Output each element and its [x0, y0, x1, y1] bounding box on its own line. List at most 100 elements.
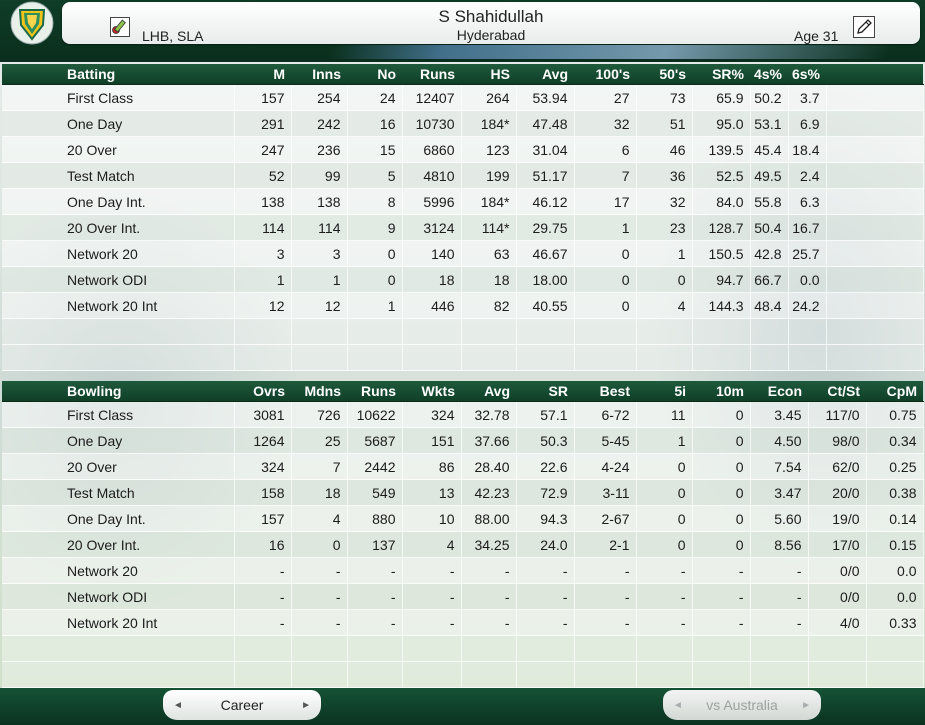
table-row[interactable]: Network 20 Int - - - - - - - - - -4/0 0.33: [2, 609, 924, 636]
table-row[interactable]: Network 20- - - - - - - - - -0/0 0.0: [2, 557, 924, 584]
table-cell: 10: [402, 505, 462, 532]
table-cell: [808, 661, 867, 688]
table-cell: -: [750, 583, 809, 610]
table-cell: [291, 661, 348, 688]
table-cell: 0: [692, 479, 751, 506]
table-cell: 6: [574, 136, 637, 163]
table-row[interactable]: 20 Over Int. 114 114 9 3124 114* 29.75 1 23 128.7…: [2, 214, 924, 241]
table-cell: 0: [347, 266, 403, 293]
table-cell: 291: [234, 110, 292, 137]
table-cell: 12407: [402, 84, 462, 111]
table-cell: 8.56: [750, 531, 809, 558]
batting-col-header[interactable]: HS: [461, 64, 516, 85]
table-cell: 1: [234, 266, 292, 293]
bowling-col-header[interactable]: Ct/St: [808, 381, 866, 402]
table-cell: 158: [234, 479, 292, 506]
bowling-col-header[interactable]: Best: [574, 381, 636, 402]
career-tab[interactable]: ◄ Career ►: [163, 690, 321, 720]
batting-col-header[interactable]: 6s%: [788, 64, 826, 85]
table-row[interactable]: One Day 291 242 16 10730 184* 47.48 32 51 95.0 53.…: [2, 110, 924, 137]
table-cell: 24: [347, 84, 403, 111]
table-cell: 1264: [234, 427, 292, 454]
table-cell: 446: [402, 292, 462, 319]
table-cell: [516, 635, 575, 662]
arrow-right-icon[interactable]: ►: [801, 700, 811, 711]
table-row[interactable]: Network ODI 1 1 0 18 18 18.00 0 0 94.7 66.7 0.0: [2, 266, 924, 293]
batting-col-header[interactable]: Batting: [2, 64, 234, 85]
table-cell: -: [402, 583, 462, 610]
table-cell: 0.33: [866, 609, 924, 636]
bowling-col-header[interactable]: Wkts: [402, 381, 461, 402]
player-card: LHB, SLA S Shahidullah Hyderabad Age 31: [62, 2, 920, 44]
pencil-icon[interactable]: [853, 16, 875, 38]
table-cell: 4/0: [808, 609, 867, 636]
row-label: 20 Over Int.: [2, 214, 235, 241]
batting-col-header[interactable]: M: [234, 64, 291, 85]
table-row[interactable]: One Day Int. 138 138 8 5996 184* 46.12 17 32 84.0…: [2, 188, 924, 215]
table-row[interactable]: Network ODI - - - - - - - - - -0/0 0.0: [2, 583, 924, 610]
table-cell: 94.3: [516, 505, 575, 532]
arrow-right-icon[interactable]: ►: [301, 700, 311, 711]
opponent-tab[interactable]: ◄ vs Australia ►: [663, 690, 821, 720]
batting-col-header[interactable]: SR%: [692, 64, 750, 85]
table-row[interactable]: 20 Over 324 7 2442 86 28.40 22.6 4-24 0 0 7.54 62/0…: [2, 453, 924, 480]
batting-col-header[interactable]: Inns: [291, 64, 347, 85]
arrow-left-icon[interactable]: ◄: [673, 700, 683, 711]
bowling-col-header[interactable]: Bowling: [2, 381, 234, 402]
table-cell: 264: [461, 84, 517, 111]
table-cell: 3: [291, 240, 348, 267]
batting-table: Batting M Inns No Runs HS Avg 100's 50's SR% 4s% 6s…: [2, 64, 924, 371]
bowling-table: Bowling Ovrs Mdns Runs Wkts Avg SR Best 5i 10m Eco…: [2, 381, 924, 688]
bowling-col-header[interactable]: 5i: [636, 381, 692, 402]
table-cell: 95.0: [692, 110, 751, 137]
table-row[interactable]: Network 20 3 3 0 140 63 46.67 0 1 150.5 42.8 25.7: [2, 240, 924, 267]
table-cell: 8: [347, 188, 403, 215]
table-cell: 18: [402, 266, 462, 293]
batting-header-row: Batting M Inns No Runs HS Avg 100's 50's SR% 4s% 6s…: [2, 64, 923, 85]
bowling-col-header[interactable]: CpM: [866, 381, 923, 402]
batting-col-header[interactable]: Avg: [516, 64, 574, 85]
table-row[interactable]: Network 20 Int 12 12 1 446 82 40.55 0 4 144.3 48.4…: [2, 292, 924, 319]
batting-col-header[interactable]: 4s%: [750, 64, 788, 85]
bowling-col-header[interactable]: Mdns: [291, 381, 347, 402]
table-cell: -: [692, 583, 751, 610]
table-cell: [402, 661, 462, 688]
table-cell: 20/0: [808, 479, 867, 506]
table-cell: 42.8: [750, 240, 789, 267]
table-row[interactable]: One Day 1264 25 5687 151 37.66 50.3 5-45 1 0 4.50 9…: [2, 427, 924, 454]
table-cell: [788, 344, 827, 371]
table-row[interactable]: Test Match 158 18 549 13 42.23 72.9 3-11 0 0 3.47 2…: [2, 479, 924, 506]
table-cell: [692, 661, 751, 688]
table-row[interactable]: 20 Over 247 236 15 6860 123 31.04 6 46 139.5 45.4 1…: [2, 136, 924, 163]
table-row[interactable]: One Day Int. 157 4 880 10 88.00 94.3 2-67 0 0 5.60…: [2, 505, 924, 532]
table-cell: 31.04: [516, 136, 575, 163]
batting-col-header[interactable]: No: [347, 64, 402, 85]
table-row[interactable]: Test Match 52 99 5 4810 199 51.17 7 36 52.5 49.5 2.…: [2, 162, 924, 189]
bowling-col-header[interactable]: 10m: [692, 381, 750, 402]
batting-col-header[interactable]: 50's: [636, 64, 692, 85]
bowling-col-header[interactable]: Avg: [461, 381, 516, 402]
row-label: Test Match: [2, 479, 235, 506]
table-row[interactable]: 20 Over Int. 16 0 137 4 34.25 24.0 2-1 0 0 8.56 17/…: [2, 531, 924, 558]
table-cell: 199: [461, 162, 517, 189]
bowling-col-header[interactable]: SR: [516, 381, 574, 402]
table-cell: 16: [347, 110, 403, 137]
table-row[interactable]: First Class 3081 726 10622 324 32.78 57.1 6-72 1…: [2, 401, 924, 428]
bowling-header-row: Bowling Ovrs Mdns Runs Wkts Avg SR Best 5i 10m Eco…: [2, 381, 923, 402]
table-cell: 88.00: [461, 505, 517, 532]
arrow-left-icon[interactable]: ◄: [173, 700, 183, 711]
table-cell: -: [402, 609, 462, 636]
table-cell: 7: [574, 162, 637, 189]
table-cell: [808, 635, 867, 662]
bowling-col-header[interactable]: Econ: [750, 381, 808, 402]
table-cell: -: [636, 557, 693, 584]
batting-col-header[interactable]: Runs: [402, 64, 461, 85]
table-cell: 12: [234, 292, 292, 319]
table-cell: 0: [347, 240, 403, 267]
table-row[interactable]: First Class 157 254 24 12407 264 53.94 27 73 65.9…: [2, 84, 924, 111]
bowling-col-header[interactable]: Runs: [347, 381, 402, 402]
bowling-col-header[interactable]: Ovrs: [234, 381, 291, 402]
table-cell: [402, 635, 462, 662]
empty-row: [2, 635, 924, 662]
batting-col-header[interactable]: 100's: [574, 64, 636, 85]
